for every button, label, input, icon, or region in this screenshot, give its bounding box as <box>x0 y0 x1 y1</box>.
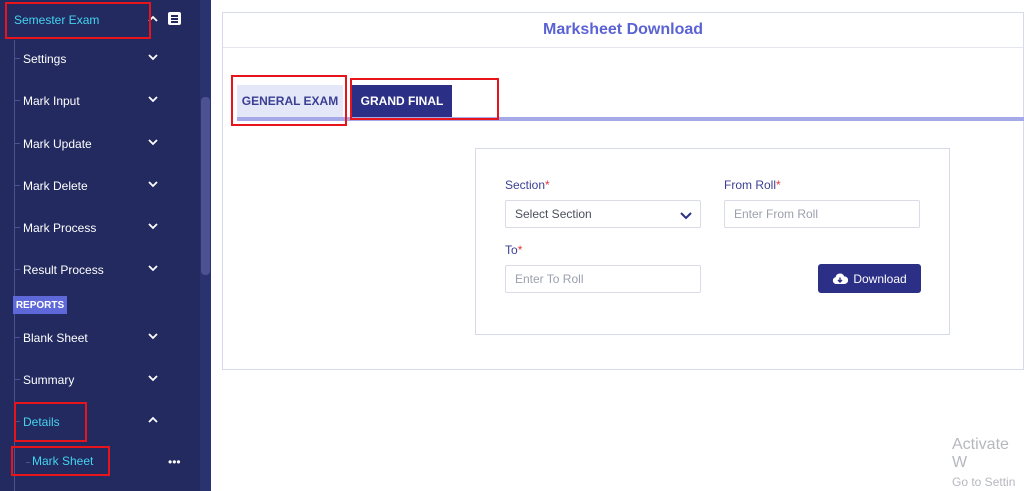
sidebar-scrollbar-thumb[interactable] <box>201 97 210 275</box>
tab-grand-final[interactable]: GRAND FINAL <box>352 85 452 117</box>
sidebar-item-result-process[interactable]: Result Process <box>0 249 200 291</box>
watermark-title: Activate W <box>952 436 1009 471</box>
sidebar-item-label: Mark Update <box>23 137 92 151</box>
from-roll-input[interactable]: Enter From Roll <box>724 200 920 228</box>
to-roll-placeholder: Enter To Roll <box>515 272 584 286</box>
sidebar-item-label: Mark Delete <box>23 179 88 193</box>
sidebar-item-mark-process[interactable]: Mark Process <box>0 207 200 249</box>
download-form: Section* Select Section From Roll* Enter… <box>475 148 950 335</box>
sidebar-item-summary[interactable]: Summary <box>0 359 200 401</box>
watermark-subtitle: Go to Settin <box>952 475 1016 489</box>
section-select-value: Select Section <box>515 207 592 221</box>
sidebar-item-mark-input[interactable]: Mark Input <box>0 80 200 122</box>
page-title: Marksheet Download <box>542 21 704 38</box>
reports-section-badge: REPORTS <box>13 296 67 314</box>
sidebar-subitem-label: Mark Sheet <box>32 454 94 468</box>
marksheet-card: Marksheet Download GENERAL EXAM GRAND FI… <box>222 12 1024 370</box>
chevron-down-icon <box>146 219 160 233</box>
card-header: Marksheet Download <box>223 13 1023 48</box>
sidebar-item-label: Blank Sheet <box>23 331 88 345</box>
sidebar-subitem-mark-sheet[interactable]: Mark Sheet ••• <box>20 452 200 472</box>
activation-watermark: Activate W Go to Settin <box>952 436 1024 489</box>
sidebar: Semester Exam Settings Mark Input Mark U… <box>0 0 200 491</box>
cloud-download-icon <box>832 273 849 285</box>
section-label: Section* <box>505 178 550 192</box>
sidebar-item-label: Details <box>23 415 60 429</box>
section-select[interactable]: Select Section <box>505 200 701 228</box>
to-roll-input[interactable]: Enter To Roll <box>505 265 701 293</box>
chevron-up-icon <box>146 12 160 26</box>
sidebar-item-details[interactable]: Details <box>0 401 200 443</box>
download-button[interactable]: Download <box>818 264 921 293</box>
sidebar-item-mark-update[interactable]: Mark Update <box>0 123 200 165</box>
chevron-down-icon <box>146 261 160 275</box>
tab-underline <box>237 117 1024 121</box>
chevron-down-icon <box>146 50 160 64</box>
sidebar-item-label: Settings <box>23 52 67 66</box>
chevron-down-icon <box>146 92 160 106</box>
chevron-down-icon <box>146 135 160 149</box>
from-roll-label: From Roll* <box>724 178 781 192</box>
sidebar-item-label: Summary <box>23 373 75 387</box>
more-options-icon[interactable]: ••• <box>168 455 181 469</box>
chevron-up-icon <box>146 413 160 427</box>
sidebar-item-label: Mark Process <box>23 221 97 235</box>
sidebar-item-settings[interactable]: Settings <box>0 38 200 80</box>
chevron-down-icon <box>146 177 160 191</box>
from-roll-placeholder: Enter From Roll <box>734 207 819 221</box>
sidebar-item-blank-sheet[interactable]: Blank Sheet <box>0 317 200 359</box>
chevron-down-icon <box>679 208 693 222</box>
chevron-down-icon <box>146 371 160 385</box>
sidebar-item-label: Semester Exam <box>14 13 100 27</box>
tab-general-exam[interactable]: GENERAL EXAM <box>237 85 343 117</box>
menu-icon[interactable] <box>168 12 181 25</box>
sidebar-item-semester-exam[interactable]: Semester Exam <box>0 0 200 40</box>
to-label: To* <box>505 243 523 257</box>
sidebar-item-label: Mark Input <box>23 94 80 108</box>
download-label: Download <box>853 271 907 286</box>
sidebar-item-mark-delete[interactable]: Mark Delete <box>0 165 200 207</box>
chevron-down-icon <box>146 329 160 343</box>
sidebar-item-label: Result Process <box>23 263 104 277</box>
